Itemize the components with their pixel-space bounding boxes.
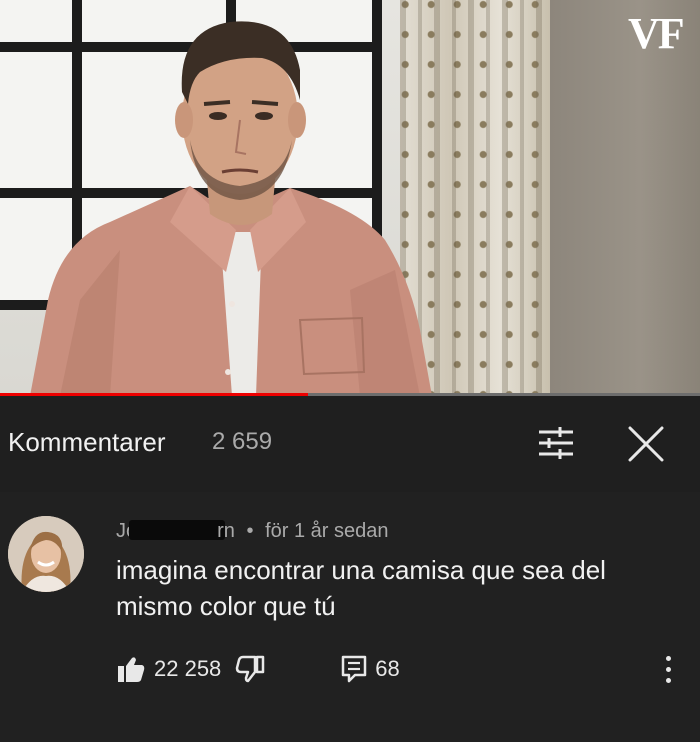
comments-header: Kommentarer 2 659 [0,396,700,493]
vf-watermark-logo: VF [628,9,685,58]
like-button[interactable]: 22 258 [116,654,221,684]
comment-item: Jo rn • för 1 år sedan imagina encontrar … [0,492,700,742]
sort-sliders-icon[interactable] [536,426,576,460]
thumbs-down-icon [236,655,265,683]
reply-count: 68 [375,656,400,681]
comment-time: för 1 år sedan [265,520,389,542]
comments-title: Kommentarer [8,427,166,457]
thumbs-up-icon [118,657,145,682]
video-player[interactable]: VF [0,0,700,396]
reply-button[interactable]: 68 [341,655,400,683]
author-redaction [129,520,226,540]
comment-meta: Jo rn • för 1 år sedan [116,520,388,543]
meta-separator: • [246,520,254,542]
comment-text: imagina encontrar una camisa que sea del… [116,555,606,621]
comment-author-end[interactable]: rn [217,520,235,542]
close-x-icon[interactable] [626,424,666,464]
dislike-button[interactable] [235,654,265,684]
like-count: 22 258 [154,656,222,681]
comment-icon [342,655,367,683]
more-vertical-icon[interactable] [658,654,678,686]
comments-count: 2 659 [212,428,273,455]
avatar[interactable] [8,516,84,592]
video-person [30,21,432,396]
comment-actions: 22 258 68 [116,652,400,686]
